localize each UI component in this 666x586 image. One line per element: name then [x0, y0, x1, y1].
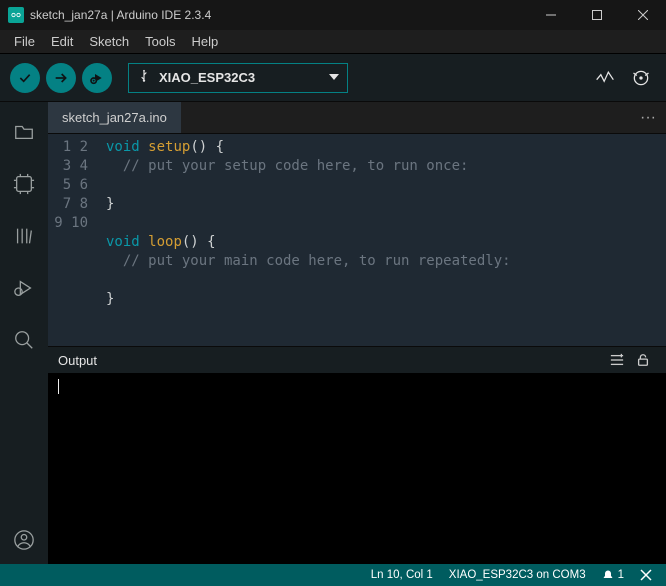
output-panel: Output — [48, 346, 666, 564]
debug-button[interactable] — [82, 63, 112, 93]
minimize-button[interactable] — [528, 0, 574, 30]
status-bar: Ln 10, Col 1 XIAO_ESP32C3 on COM3 1 — [0, 564, 666, 586]
account-icon[interactable] — [0, 516, 48, 564]
line-gutter: 1 2 3 4 5 6 7 8 9 10 — [48, 134, 98, 346]
tab-overflow-button[interactable]: ··· — [640, 102, 666, 133]
code-content[interactable]: void setup() { // put your setup code he… — [98, 134, 666, 346]
window-title: sketch_jan27a | Arduino IDE 2.3.4 — [30, 8, 211, 22]
maximize-button[interactable] — [574, 0, 620, 30]
output-title: Output — [58, 353, 97, 368]
status-close-panel[interactable] — [632, 569, 660, 581]
chevron-down-icon — [329, 70, 339, 85]
tab-label: sketch_jan27a.ino — [62, 110, 167, 125]
close-button[interactable] — [620, 0, 666, 30]
output-console[interactable] — [48, 373, 666, 564]
menu-file[interactable]: File — [6, 34, 43, 49]
library-manager-icon[interactable] — [0, 212, 48, 260]
menu-edit[interactable]: Edit — [43, 34, 81, 49]
close-icon — [640, 569, 652, 581]
menu-tools[interactable]: Tools — [137, 34, 183, 49]
code-editor[interactable]: 1 2 3 4 5 6 7 8 9 10 void setup() { // p… — [48, 134, 666, 346]
serial-plotter-button[interactable] — [590, 63, 620, 93]
search-icon[interactable] — [0, 316, 48, 364]
board-selector[interactable]: XIAO_ESP32C3 — [128, 63, 348, 93]
status-notifications[interactable]: 1 — [594, 569, 632, 581]
boards-manager-icon[interactable] — [0, 160, 48, 208]
arduino-app-icon — [8, 7, 24, 23]
serial-monitor-button[interactable] — [626, 63, 656, 93]
upload-button[interactable] — [46, 63, 76, 93]
bell-icon — [602, 569, 614, 581]
status-cursor-position[interactable]: Ln 10, Col 1 — [363, 569, 441, 581]
title-bar: sketch_jan27a | Arduino IDE 2.3.4 — [0, 0, 666, 30]
board-name: XIAO_ESP32C3 — [159, 70, 255, 85]
output-options-icon[interactable] — [604, 353, 630, 367]
sketchbook-icon[interactable] — [0, 108, 48, 156]
output-lock-icon[interactable] — [630, 353, 656, 367]
verify-button[interactable] — [10, 63, 40, 93]
menu-bar: File Edit Sketch Tools Help — [0, 30, 666, 54]
editor-tabs: sketch_jan27a.ino ··· — [48, 102, 666, 134]
tab-sketch[interactable]: sketch_jan27a.ino — [48, 102, 181, 133]
notification-count: 1 — [618, 569, 624, 581]
menu-help[interactable]: Help — [183, 34, 226, 49]
activity-bar — [0, 102, 48, 564]
debug-icon[interactable] — [0, 264, 48, 312]
usb-icon — [137, 69, 151, 86]
status-board-port[interactable]: XIAO_ESP32C3 on COM3 — [441, 569, 594, 581]
menu-sketch[interactable]: Sketch — [81, 34, 137, 49]
toolbar: XIAO_ESP32C3 — [0, 54, 666, 102]
